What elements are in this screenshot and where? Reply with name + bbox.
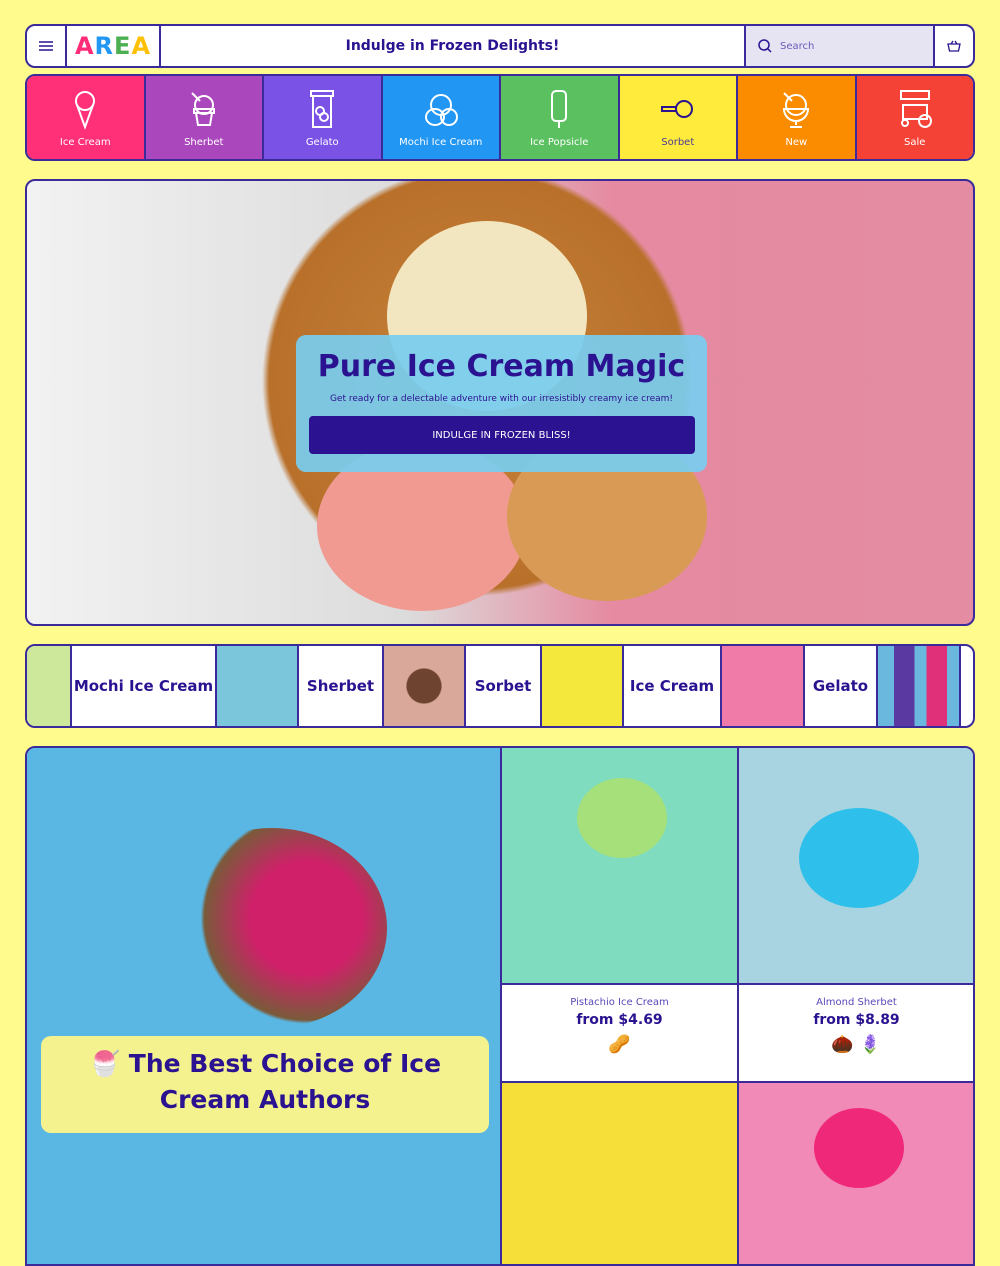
strip-item[interactable]: Sherbet	[299, 646, 384, 726]
cart-stand-icon	[899, 90, 932, 128]
popsicle-icon	[551, 90, 568, 128]
strip-item[interactable]: Ice Cream	[624, 646, 722, 726]
category-marquee: Mochi Ice Cream Sherbet Sorbet Ice Cream…	[25, 644, 975, 728]
search-input[interactable]: Search	[746, 26, 935, 66]
header-title: Indulge in Frozen Delights!	[161, 26, 746, 66]
feature-caption-text: The Best Choice of Ice Cream Authors	[128, 1049, 442, 1114]
cart-button[interactable]	[935, 26, 973, 66]
mochi-icon	[424, 94, 458, 126]
hero-subtitle: Get ready for a delectable adventure wit…	[329, 394, 674, 404]
product-section: 🍧 The Best Choice of Ice Cream Authors P…	[25, 746, 975, 1266]
hamburger-icon	[39, 41, 53, 51]
category-label: Sale	[904, 137, 926, 148]
raspberry-image[interactable]	[739, 1083, 973, 1264]
category-mochi-ice-cream[interactable]: Mochi Ice Cream	[382, 76, 501, 159]
category-new[interactable]: New	[738, 76, 857, 159]
logo[interactable]: AREA	[67, 26, 161, 66]
pistachio-image[interactable]	[502, 748, 739, 985]
gelato-tub-icon	[310, 90, 335, 128]
category-label: Mochi Ice Cream	[399, 137, 483, 148]
ice-cream-image	[542, 646, 624, 726]
product-price: from $8.89	[813, 1012, 900, 1028]
feature-image: 🍧 The Best Choice of Ice Cream Authors	[27, 748, 502, 1264]
hero-banner: Pure Ice Cream Magic Get ready for a del…	[25, 179, 975, 626]
category-label: New	[785, 137, 808, 148]
popsicle-image	[878, 646, 961, 726]
category-sherbet[interactable]: Sherbet	[145, 76, 264, 159]
strip-item[interactable]: Gelato	[805, 646, 878, 726]
category-sorbet[interactable]: Sorbet	[619, 76, 738, 159]
category-label: Ice Popsicle	[530, 137, 589, 148]
category-gelato[interactable]: Gelato	[264, 76, 383, 159]
category-ice-popsicle[interactable]: Ice Popsicle	[501, 76, 620, 159]
search-icon	[758, 39, 772, 53]
search-placeholder: Search	[780, 40, 815, 52]
hero-card: Pure Ice Cream Magic Get ready for a del…	[296, 335, 707, 472]
product-card[interactable]: Pistachio Ice Cream from $4.69 🥜	[502, 985, 739, 1083]
product-name: Almond Sherbet	[816, 997, 897, 1008]
strip-item[interactable]: Sorbet	[466, 646, 542, 726]
category-label: Sorbet	[661, 137, 695, 148]
strip-item[interactable]: Mochi Ice Cream	[72, 646, 217, 726]
menu-button[interactable]	[27, 26, 67, 66]
pistachio-icon: 🥜	[608, 1034, 631, 1055]
product-price: from $4.69	[576, 1012, 663, 1028]
product-card[interactable]: Almond Sherbet from $8.89 🌰 🪻	[739, 985, 973, 1083]
sherbet-image	[217, 646, 299, 726]
gelato-image	[722, 646, 805, 726]
mochi-image	[27, 646, 72, 726]
ice-cream-cone-icon	[75, 91, 96, 130]
hero-cta-button[interactable]: INDULGE IN FROZEN BLISS!	[308, 416, 695, 454]
hero-title: Pure Ice Cream Magic	[317, 349, 686, 384]
product-name: Pistachio Ice Cream	[570, 997, 669, 1008]
almond-image[interactable]	[739, 748, 973, 985]
feature-caption: 🍧 The Best Choice of Ice Cream Authors	[41, 1036, 489, 1133]
category-label: Ice Cream	[59, 137, 111, 148]
top-header: AREA Indulge in Frozen Delights! Search	[25, 24, 975, 68]
sundae-icon	[783, 92, 810, 128]
basket-icon	[947, 40, 961, 52]
lemon-image[interactable]	[502, 1083, 739, 1264]
sorbet-image	[384, 646, 466, 726]
category-bar: Ice Cream Sherbet Gelato Mochi Ice Cream Ice…	[25, 74, 975, 161]
category-label: Sherbet	[184, 137, 224, 148]
scoop-icon	[660, 100, 693, 118]
category-label: Gelato	[305, 137, 339, 148]
category-sale[interactable]: Sale	[856, 76, 973, 159]
almond-flower-icon: 🌰 🪻	[831, 1034, 882, 1055]
sherbet-cup-icon	[191, 92, 215, 126]
sundae-icon: 🍧	[88, 1049, 121, 1078]
category-ice-cream[interactable]: Ice Cream	[27, 76, 146, 159]
